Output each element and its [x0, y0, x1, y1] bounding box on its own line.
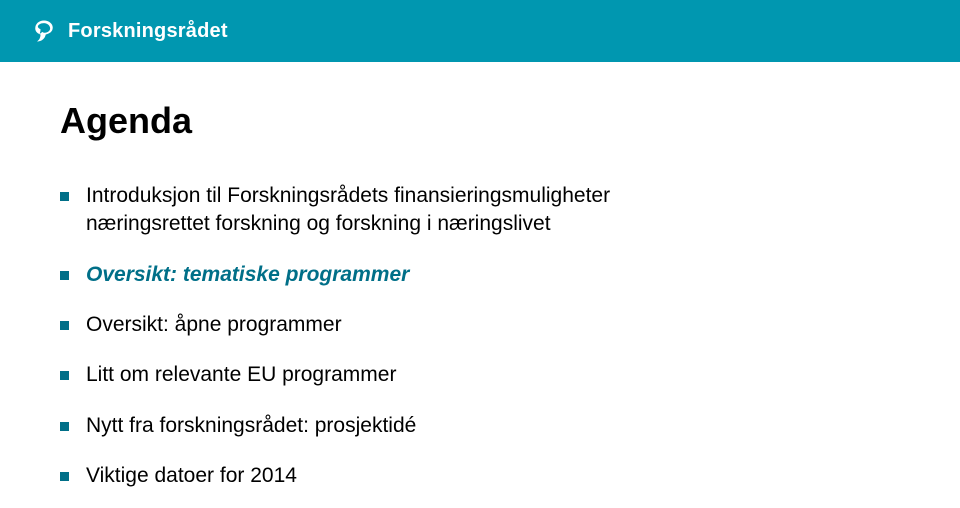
list-item: Nytt fra forskningsrådet: prosjektidé: [60, 412, 900, 440]
brand-name: Forskningsrådet: [68, 20, 228, 43]
item-text-line1: Introduksjon til Forskningsrådets finans…: [86, 184, 610, 207]
list-item: Litt om relevante EU programmer: [60, 361, 900, 389]
list-item: Viktige datoer for 2014: [60, 462, 900, 490]
item-text: Oversikt: åpne programmer: [86, 313, 342, 336]
list-item: Oversikt: åpne programmer: [60, 311, 900, 339]
brand-logo-icon: [30, 17, 58, 45]
list-item: Introduksjon til Forskningsrådets finans…: [60, 182, 900, 239]
item-text-line2: næringsrettet forskning og forskning i n…: [86, 212, 551, 235]
page-title: Agenda: [60, 100, 900, 142]
header-bar: Forskningsrådet: [0, 0, 960, 62]
item-text: Litt om relevante EU programmer: [86, 363, 396, 386]
item-text-highlight: Oversikt: tematiske programmer: [86, 263, 409, 286]
brand-logo: Forskningsrådet: [30, 17, 228, 45]
agenda-list: Introduksjon til Forskningsrådets finans…: [60, 182, 900, 490]
item-text: Viktige datoer for 2014: [86, 464, 297, 487]
list-item: Oversikt: tematiske programmer: [60, 261, 900, 289]
item-text: Nytt fra forskningsrådet: prosjektidé: [86, 414, 416, 437]
slide-content: Agenda Introduksjon til Forskningsrådets…: [0, 62, 960, 490]
